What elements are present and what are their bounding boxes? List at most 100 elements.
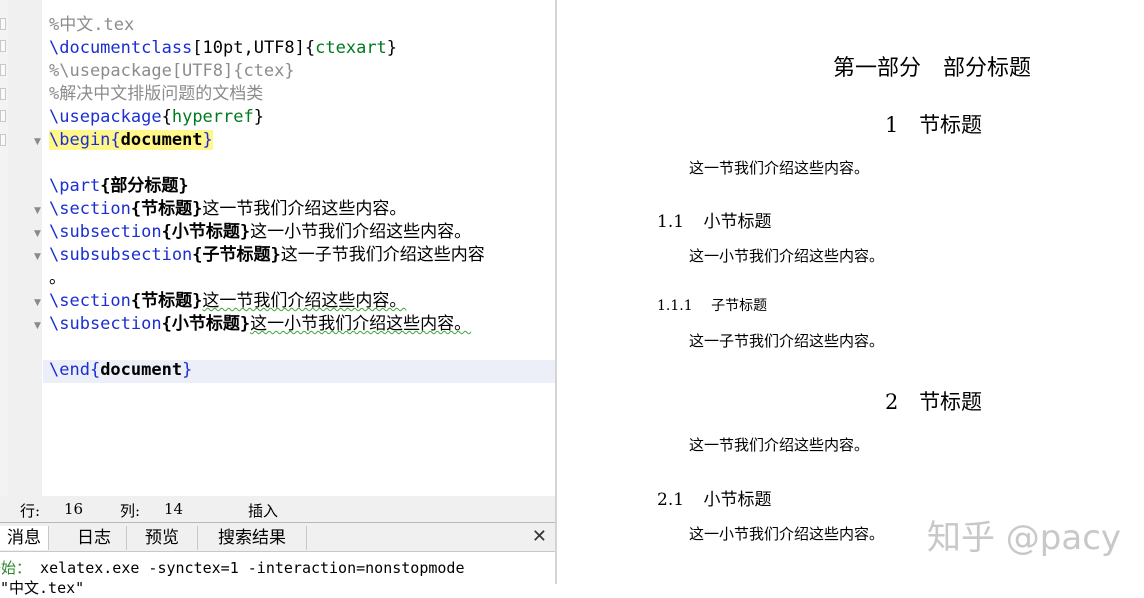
subsection-title: 小节标题: [703, 490, 772, 510]
code-token: 。: [49, 268, 66, 288]
code-line[interactable]: %解决中文排版问题的文档类: [49, 83, 263, 106]
message-tabs: 消息 日志 预览 搜索结果 ✕: [0, 523, 555, 552]
column-value: 14: [164, 500, 184, 518]
column-label: 列:: [120, 502, 141, 520]
section-number: 1: [885, 113, 899, 137]
bookmark-marker[interactable]: [0, 64, 6, 76]
code-line[interactable]: %中文.tex: [49, 14, 134, 37]
watermark-text: 知乎 @pacy: [927, 518, 1122, 558]
tab-log[interactable]: 日志: [62, 526, 127, 550]
code-token: \section: [49, 199, 131, 219]
code-token: {子节标题}: [192, 245, 281, 265]
code-token: \end{: [49, 360, 101, 380]
fold-toggle-icon[interactable]: ▼: [34, 321, 41, 331]
paragraph: 这一节我们介绍这些内容。: [689, 159, 870, 177]
code-line[interactable]: \begin{document}: [49, 129, 213, 152]
section-heading: 1 节标题: [885, 109, 982, 139]
code-token: %中文.tex: [49, 15, 135, 35]
code-token: %解决中文排版问题的文档类: [49, 84, 264, 104]
code-editor[interactable]: ▼ ▼ ▼ ▼ ▼ ▼ %中文.tex \documentclass[10pt,U…: [0, 0, 555, 496]
code-line[interactable]: \subsection{小节标题}这一小节我们介绍这些内容。: [49, 221, 471, 244]
part-title: 第一部分 部分标题: [833, 56, 1032, 81]
pdf-preview[interactable]: 第一部分 部分标题 1 节标题 这一节我们介绍这些内容。 1.1 小节标题 这一…: [557, 0, 1144, 584]
log-line: "中文.tex": [0, 579, 85, 597]
code-token: \subsection: [49, 314, 162, 334]
code-token: ctexart: [315, 38, 387, 58]
code-token: {: [161, 107, 172, 127]
code-token: \usepackage: [49, 107, 162, 127]
code-line[interactable]: \part{部分标题}: [49, 175, 189, 198]
bookmark-marker[interactable]: [0, 88, 6, 100]
subsection-heading: 1.1 小节标题: [657, 207, 771, 232]
tab-messages[interactable]: 消息: [0, 526, 49, 550]
bookmark-marker[interactable]: [0, 134, 6, 146]
fold-toggle-icon[interactable]: ▼: [34, 137, 41, 147]
subsection-number: 1.1: [657, 212, 685, 232]
subsection-number: 2.1: [657, 490, 685, 510]
section-title: 节标题: [919, 113, 983, 137]
code-token: }: [182, 360, 193, 380]
log-line: 开始： xelatex.exe -synctex=1 -interaction=…: [0, 557, 465, 578]
code-line[interactable]: \end{document}: [49, 359, 192, 382]
bookmark-marker[interactable]: [0, 40, 6, 52]
fold-toggle-icon[interactable]: ▼: [34, 229, 41, 239]
message-panel: 消息 日志 预览 搜索结果 ✕ 开始： xelatex.exe -synctex…: [0, 522, 555, 597]
code-line[interactable]: \section{节标题}这一节我们介绍这些内容。: [49, 198, 406, 221]
bookmark-marker[interactable]: [0, 110, 6, 122]
code-token: 这一节我们介绍这些内容。: [202, 199, 407, 219]
log-command: xelatex.exe -synctex=1 -interaction=nons…: [40, 559, 465, 577]
code-token: }: [386, 38, 398, 58]
code-token: 这一小节我们介绍这些内容。: [250, 222, 472, 242]
row-label: 行:: [20, 502, 41, 520]
code-line[interactable]: \subsubsection{子节标题}这一子节我们介绍这些内容: [49, 244, 485, 267]
subsubsection-heading: 1.1.1 子节标题: [657, 295, 767, 315]
section-heading: 2 节标题: [885, 386, 982, 416]
section-title: 节标题: [919, 390, 983, 414]
code-line[interactable]: \documentclass[10pt,UTF8]{ctexart}: [49, 37, 397, 60]
code-token: {节标题}: [130, 199, 203, 219]
paragraph: 这一小节我们介绍这些内容。: [689, 247, 885, 265]
subsubsection-title: 子节标题: [711, 298, 768, 314]
status-bar: 行: 16 列: 14 插入: [0, 496, 555, 522]
tab-search-results[interactable]: 搜索结果: [198, 526, 307, 550]
code-line[interactable]: %\usepackage[UTF8]{ctex}: [49, 60, 295, 83]
code-line[interactable]: 。: [49, 267, 66, 290]
code-token: document: [100, 360, 183, 380]
code-token: hyperref: [171, 107, 254, 127]
code-token: }: [202, 130, 213, 150]
bookmark-marker[interactable]: [0, 18, 6, 30]
code-token: }: [253, 107, 264, 127]
fold-toggle-icon[interactable]: ▼: [34, 206, 41, 216]
code-token: {小节标题}: [161, 314, 251, 334]
subsubsection-number: 1.1.1: [657, 298, 693, 314]
code-token: {: [304, 38, 316, 58]
code-token: \begin{: [49, 130, 121, 150]
code-token: \part: [49, 176, 101, 196]
code-token: \section: [49, 291, 131, 311]
code-token: 这一小节我们介绍这些内容。: [250, 314, 472, 334]
code-token: \documentclass: [49, 38, 193, 58]
code-token: \subsection: [49, 222, 162, 242]
row-value: 16: [64, 500, 84, 518]
subsection-title: 小节标题: [703, 212, 772, 232]
code-token: document: [120, 130, 203, 150]
fold-gutter: ▼ ▼ ▼ ▼ ▼ ▼: [8, 0, 42, 496]
paragraph: 这一小节我们介绍这些内容。: [689, 525, 885, 543]
code-token: 这一子节我们介绍这些内容: [280, 245, 485, 265]
close-icon[interactable]: ✕: [532, 526, 547, 547]
code-token: %\usepackage[UTF8]{ctex}: [49, 61, 295, 81]
code-token: {部分标题}: [100, 176, 189, 196]
code-token: {小节标题}: [161, 222, 251, 242]
bookmark-gutter[interactable]: [0, 0, 8, 496]
code-line[interactable]: \section{节标题}这一节我们介绍这些内容。: [49, 290, 406, 313]
subsection-heading: 2.1 小节标题: [657, 485, 771, 510]
code-token: 这一节我们介绍这些内容。: [202, 291, 407, 311]
fold-toggle-icon[interactable]: ▼: [34, 252, 41, 262]
paragraph: 这一节我们介绍这些内容。: [689, 436, 870, 454]
tab-preview[interactable]: 预览: [127, 526, 198, 550]
fold-toggle-icon[interactable]: ▼: [34, 298, 41, 308]
insert-mode-indicator[interactable]: 插入: [248, 500, 278, 521]
paragraph: 这一子节我们介绍这些内容。: [689, 332, 885, 350]
code-line[interactable]: \usepackage{hyperref}: [49, 106, 264, 129]
code-line[interactable]: \subsection{小节标题}这一小节我们介绍这些内容。: [49, 313, 471, 336]
